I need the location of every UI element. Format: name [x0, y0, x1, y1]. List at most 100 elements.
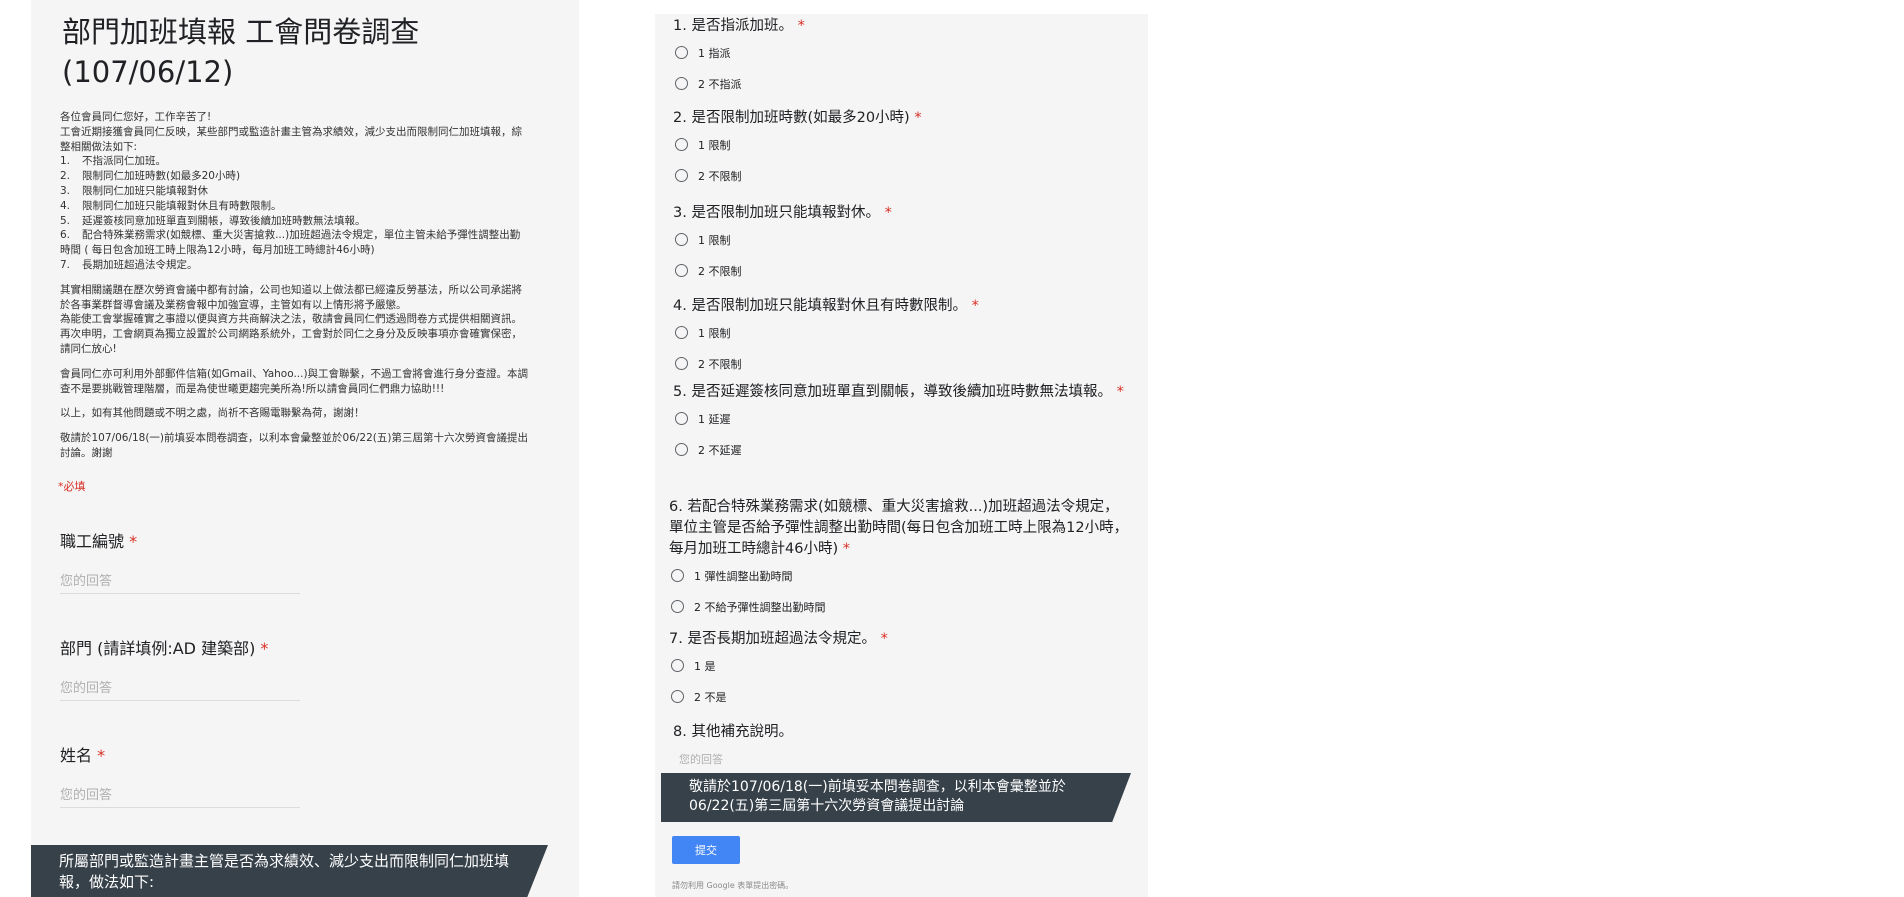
desc-line: 討論。謝謝 — [60, 446, 113, 459]
radio-button[interactable] — [675, 77, 688, 90]
radio-option[interactable]: 2 不延遲 — [673, 434, 1133, 465]
option-label: 1 是 — [694, 659, 716, 673]
desc-list-item: 5. 延遲簽核同意加班單直到關帳，導致後續加班時數無法填報。 — [60, 214, 366, 227]
footer-note: 請勿利用 Google 表單提出密碼。 — [672, 881, 794, 890]
field-label: 職工編號 — [60, 532, 125, 551]
question-7: 7. 是否長期加班超過法令規定。 * 1 是 2 不是 — [669, 629, 1129, 712]
question-1: 1. 是否指派加班。 * 1 指派 2 不指派 — [673, 16, 1133, 99]
required-star: * — [914, 110, 922, 126]
option-label: 1 彈性調整出勤時間 — [694, 569, 793, 583]
desc-line: 請同仁放心! — [60, 342, 117, 355]
question-title: 4. 是否限制加班只能填報對休且有時數限制。 — [673, 298, 967, 314]
option-label: 2 不限制 — [698, 357, 742, 371]
form-page-right: 1. 是否指派加班。 * 1 指派 2 不指派 2. 是否限制加班時數(如最多2… — [655, 14, 1148, 897]
field-department: 部門 (請詳填例:AD 建築部) * — [60, 635, 540, 701]
field-label: 姓名 — [60, 746, 93, 765]
question-title: 7. 是否長期加班超過法令規定。 — [669, 631, 876, 647]
radio-option[interactable]: 2 不限制 — [673, 160, 1133, 191]
question-title: 5. 是否延遲簽核同意加班單直到關帳，導致後續加班時數無法填報。 — [673, 384, 1112, 400]
radio-button[interactable] — [671, 659, 684, 672]
option-label: 2 不給予彈性調整出勤時間 — [694, 600, 826, 614]
department-input[interactable] — [60, 677, 300, 701]
option-label: 2 不限制 — [698, 264, 742, 278]
option-label: 1 限制 — [698, 326, 731, 340]
field-label: 部門 (請詳填例:AD 建築部) — [60, 639, 256, 658]
question-8: 8. 其他補充說明。 — [673, 722, 1133, 743]
desc-list-item: 1. 不指派同仁加班。 — [60, 155, 166, 168]
question-5: 5. 是否延遲簽核同意加班單直到關帳，導致後續加班時數無法填報。 * 1 延遲 … — [673, 382, 1133, 465]
required-note: *必填 — [58, 480, 86, 493]
option-label: 2 不指派 — [698, 77, 742, 91]
field-employee-id: 職工編號 * — [60, 528, 540, 594]
desc-line: 敬請於107/06/18(一)前填妥本問卷調查，以利本會彙整並於06/22(五)… — [60, 432, 528, 445]
question-3: 3. 是否限制加班只能填報對休。 * 1 限制 2 不限制 — [673, 203, 1133, 286]
radio-option[interactable]: 1 限制 — [673, 317, 1133, 348]
required-star: * — [797, 18, 805, 34]
option-label: 1 延遲 — [698, 412, 731, 426]
radio-button[interactable] — [675, 233, 688, 246]
form-page-left: 部門加班填報 工會問卷調查 (107/06/12) 各位會員同仁您好，工作辛苦了… — [31, 0, 579, 897]
question-title: 8. 其他補充說明。 — [673, 724, 793, 740]
desc-line: 其實相關議題在歷次勞資會議中都有討論，公司也知道以上做法都已經違反勞基法，所以公… — [60, 283, 522, 296]
option-label: 1 指派 — [698, 46, 731, 60]
question-4: 4. 是否限制加班只能填報對休且有時數限制。 * 1 限制 2 不限制 — [673, 296, 1133, 379]
radio-option[interactable]: 2 不限制 — [673, 255, 1133, 286]
required-star: * — [260, 639, 269, 658]
radio-option[interactable]: 1 是 — [669, 650, 1129, 681]
question-2: 2. 是否限制加班時數(如最多20小時) * 1 限制 2 不限制 — [673, 108, 1133, 191]
desc-line: 為能使工會掌握確實之事證以便與資方共商解決之法，敬請會員同仁們透過問卷方式提供相… — [60, 313, 522, 326]
desc-line: 整相關做法如下: — [60, 140, 138, 153]
radio-option[interactable]: 2 不限制 — [673, 348, 1133, 379]
section-header-banner: 所屬部門或監造計畫主管是否為求績效、減少支出而限制同仁加班填報，做法如下: — [31, 845, 548, 897]
radio-button[interactable] — [675, 46, 688, 59]
radio-option[interactable]: 2 不是 — [669, 681, 1129, 712]
radio-option[interactable]: 2 不指派 — [673, 68, 1133, 99]
radio-button[interactable] — [671, 690, 684, 703]
option-label: 1 限制 — [698, 138, 731, 152]
radio-option[interactable]: 1 彈性調整出勤時間 — [669, 560, 1129, 591]
desc-line: 時間 ( 每日包含加班工時上限為12小時，每月加班工時總計46小時) — [60, 244, 375, 257]
question-title: 6. 若配合特殊業務需求(如競標、重大災害搶救...)加班超過法令規定，單位主管… — [669, 499, 1129, 557]
radio-button[interactable] — [675, 443, 688, 456]
form-title: 部門加班填報 工會問卷調查 (107/06/12) — [62, 15, 420, 89]
question-title: 1. 是否指派加班。 — [673, 18, 793, 34]
required-star: * — [97, 746, 106, 765]
desc-list-item: 2. 限制同仁加班時數(如最多20小時) — [60, 170, 241, 183]
other-notes-input[interactable]: 您的回答 — [679, 751, 723, 767]
desc-line: 會員同仁亦可利用外部郵件信箱(如Gmail、Yahoo...)與工會聯繫，不過工… — [60, 367, 529, 380]
radio-button[interactable] — [675, 264, 688, 277]
radio-button[interactable] — [675, 169, 688, 182]
desc-list-item: 7. 長期加班超過法令規定。 — [60, 258, 198, 271]
question-6: 6. 若配合特殊業務需求(如競標、重大災害搶救...)加班超過法令規定，單位主管… — [669, 497, 1129, 622]
radio-button[interactable] — [675, 138, 688, 151]
section-header-text: 所屬部門或監造計畫主管是否為求績效、減少支出而限制同仁加班填報，做法如下: — [59, 852, 510, 891]
name-input[interactable] — [60, 784, 300, 808]
deadline-banner-text: 敬請於107/06/18(一)前填妥本問卷調查，以利本會彙整並於06/22(五)… — [689, 779, 1066, 814]
required-star: * — [971, 298, 979, 314]
employee-id-input[interactable] — [60, 570, 300, 594]
radio-option[interactable]: 2 不給予彈性調整出勤時間 — [669, 591, 1129, 622]
desc-list-item: 3. 限制同仁加班只能填報對休 — [60, 184, 208, 197]
desc-list-item: 4. 限制同仁加班只能填報對休且有時數限制。 — [60, 199, 282, 212]
radio-option[interactable]: 1 指派 — [673, 37, 1133, 68]
desc-line: 工會近期接獲會員同仁反映，某些部門或監造計畫主管為求績效，減少支出而限制同仁加班… — [60, 125, 522, 138]
desc-greeting: 各位會員同仁您好，工作辛苦了! — [60, 111, 212, 123]
question-title: 2. 是否限制加班時數(如最多20小時) — [673, 110, 910, 126]
submit-button[interactable]: 提交 — [672, 836, 740, 864]
required-star: * — [842, 541, 850, 557]
option-label: 1 限制 — [698, 233, 731, 247]
field-name: 姓名 * — [60, 742, 540, 808]
radio-button[interactable] — [671, 600, 684, 613]
radio-option[interactable]: 1 限制 — [673, 129, 1133, 160]
required-star: * — [884, 205, 892, 221]
radio-button[interactable] — [675, 412, 688, 425]
radio-button[interactable] — [675, 357, 688, 370]
radio-option[interactable]: 1 限制 — [673, 224, 1133, 255]
radio-button[interactable] — [671, 569, 684, 582]
option-label: 2 不是 — [694, 690, 727, 704]
question-title: 3. 是否限制加班只能填報對休。 — [673, 205, 880, 221]
radio-option[interactable]: 1 延遲 — [673, 403, 1133, 434]
desc-line: 於各事業群督導會議及業務會報中加強宣導，主管如有以上情形將予嚴懲。 — [60, 298, 407, 311]
radio-button[interactable] — [675, 326, 688, 339]
required-star: * — [1116, 384, 1124, 400]
